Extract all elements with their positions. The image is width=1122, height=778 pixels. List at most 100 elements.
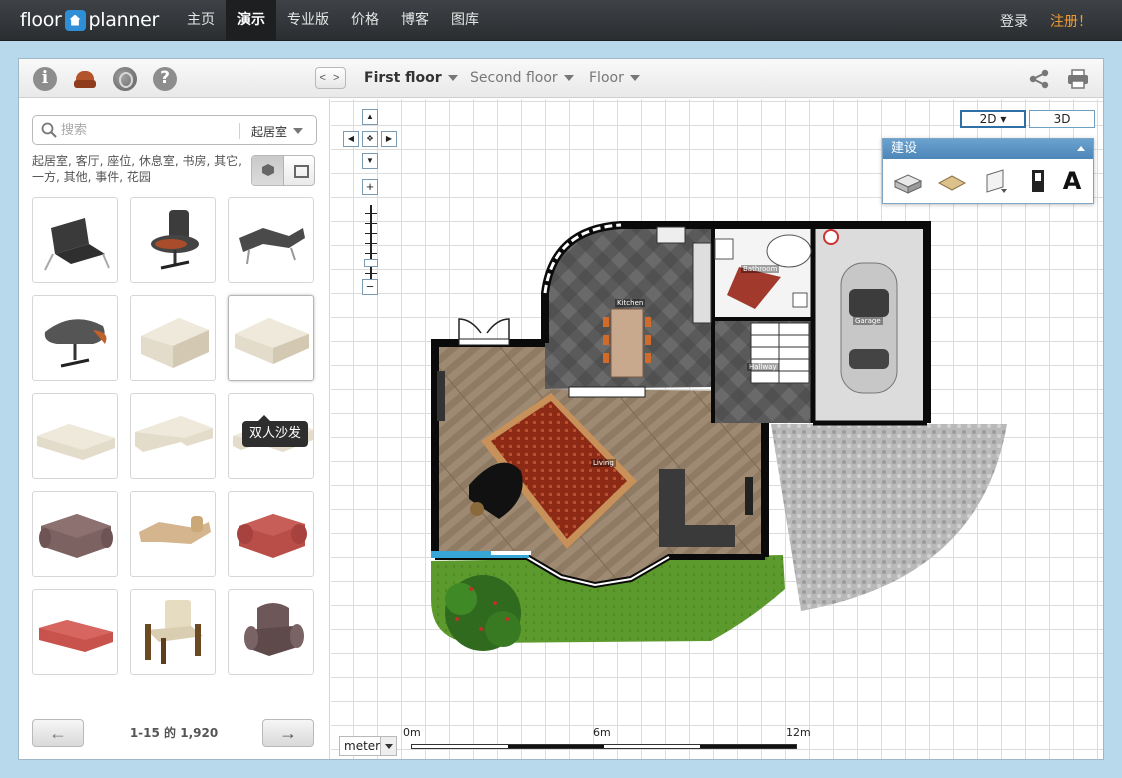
help-icon[interactable] (153, 67, 177, 91)
scale-label-0: 0m (403, 726, 421, 739)
floor-prev-next-button[interactable]: < > (315, 67, 346, 89)
page-count-label: 1-15 的 1,920 (129, 726, 219, 740)
zoom-slider-track[interactable] (370, 205, 372, 283)
build-panel-title: 建设 (891, 141, 918, 156)
scale-bar (411, 744, 797, 749)
furniture-item-barcelona-chair[interactable] (32, 197, 118, 283)
units-select[interactable]: meter (339, 736, 397, 756)
furniture-item-red-armchair[interactable] (228, 491, 314, 577)
zoom-tick (365, 243, 377, 244)
logo-text-left: floor (20, 9, 62, 31)
barcelona-chair-icon (44, 218, 110, 271)
chaise-lounge-icon (239, 228, 305, 265)
furniture-tooltip: 双人沙发 (242, 415, 309, 447)
floor-plan-canvas[interactable]: Kitchen Bathroom Garage Hallway Living ▲… (331, 99, 1103, 759)
cube-view-icon[interactable] (252, 156, 284, 185)
scale-label-6: 6m (593, 726, 611, 739)
view-3d-button[interactable]: 3D (1029, 110, 1095, 128)
tab-second-floor-label: Second floor (470, 70, 558, 86)
view-mode-switch: 2D ▾ 3D (960, 110, 1095, 128)
room-label-garage: Garage (853, 317, 883, 325)
pan-down-button[interactable]: ▼ (362, 153, 378, 169)
zoom-out-button[interactable]: − (362, 279, 378, 295)
furniture-item-eames-lounge-chair[interactable] (130, 197, 216, 283)
search-box: 起居室 (32, 115, 317, 145)
nav-item-pro[interactable]: 专业版 (276, 0, 340, 41)
editor-window: < > First floor Second floor Floor (18, 58, 1104, 760)
room-type-select[interactable]: 起居室 (239, 123, 304, 139)
tab-first-floor[interactable]: First floor (364, 70, 458, 86)
view-2d-button[interactable]: 2D ▾ (960, 110, 1026, 128)
next-page-button[interactable]: → (262, 719, 314, 747)
scale-label-12: 12m (786, 726, 811, 739)
globe-icon[interactable] (113, 67, 137, 91)
furniture-item-mauve-sofa[interactable] (32, 491, 118, 577)
furniture-item-egg-chair[interactable] (32, 295, 118, 381)
collapse-icon[interactable] (1077, 146, 1085, 151)
logo-house-icon (64, 9, 86, 31)
share-icon[interactable] (1028, 69, 1050, 89)
nav-item-gallery[interactable]: 图库 (440, 0, 490, 41)
search-input[interactable] (61, 120, 231, 141)
pan-center-button[interactable]: ✥ (362, 131, 378, 147)
mauve-armchair-icon (244, 603, 304, 656)
build-tools: A (883, 159, 1093, 203)
account-links: 登录 注册！ (1000, 0, 1092, 41)
pan-right-button[interactable]: ▶ (381, 131, 397, 147)
category-list[interactable]: 起居室, 客厅, 座位, 休息室, 书房, 其它, 一方, 其他, 事件, 花园 (32, 153, 242, 185)
furniture-item-chaise-lounge[interactable] (228, 197, 314, 283)
furniture-item-beige-corner-sofa[interactable] (130, 393, 216, 479)
floorplanner-logo[interactable]: floor planner (20, 8, 159, 32)
door-tool-icon[interactable] (1023, 167, 1053, 195)
catalog-view-toggle (251, 155, 315, 186)
chevron-down-icon (447, 75, 458, 81)
floor-surface-icon[interactable] (937, 167, 967, 195)
text-tool-glyph: A (1062, 167, 1082, 195)
furniture-item-tan-chaise[interactable] (130, 491, 216, 577)
zoom-tick (365, 253, 377, 254)
units-value: meter (344, 739, 381, 753)
beige-sofa-icon (37, 424, 115, 460)
chevron-down-icon (629, 75, 640, 81)
build-panel-header[interactable]: 建设 (883, 139, 1093, 159)
login-link[interactable]: 登录 (1000, 11, 1028, 31)
egg-chair-icon (44, 319, 107, 368)
nav-item-home[interactable]: 主页 (176, 0, 226, 41)
zoom-slider-handle[interactable] (364, 259, 378, 267)
wall-tool-icon[interactable] (981, 167, 1011, 195)
prev-page-button[interactable]: ← (32, 719, 84, 747)
info-icon[interactable] (33, 67, 57, 91)
room-type-value: 起居室 (251, 124, 288, 139)
wooden-armchair-icon (145, 600, 203, 664)
text-tool-icon[interactable]: A (1057, 167, 1087, 195)
furniture-icon[interactable] (73, 67, 97, 91)
nav-item-pricing[interactable]: 价格 (340, 0, 390, 41)
tab-second-floor[interactable]: Second floor (470, 70, 574, 86)
arrow-right-icon: → (279, 723, 297, 743)
square-view-icon[interactable] (284, 156, 314, 185)
furniture-item-wooden-armchair[interactable] (130, 589, 216, 675)
room-label-living: Living (591, 459, 616, 467)
print-icon[interactable] (1067, 69, 1089, 89)
room-tool-icon[interactable] (893, 167, 923, 195)
nav-item-demo[interactable]: 演示 (226, 0, 276, 41)
register-link[interactable]: 注册！ (1050, 11, 1092, 31)
build-panel: 建设 A (882, 138, 1094, 204)
arrow-left-icon: ← (49, 723, 67, 743)
furniture-catalog: 起居室 起居室, 客厅, 座位, 休息室, 书房, 其它, 一方, 其他, 事件… (19, 99, 330, 759)
furniture-item-mauve-armchair[interactable] (228, 589, 314, 675)
zoom-tick (365, 273, 377, 274)
zoom-in-button[interactable]: + (362, 179, 378, 195)
red-bench-sofa-icon (39, 620, 113, 652)
furniture-item-beige-loveseat[interactable] (228, 295, 314, 381)
eames-lounge-chair-icon (151, 210, 199, 270)
beige-corner-sofa-icon (135, 416, 213, 452)
tab-floor[interactable]: Floor (589, 70, 640, 86)
nav-item-blog[interactable]: 博客 (390, 0, 440, 41)
pan-up-button[interactable]: ▲ (362, 109, 378, 125)
logo-text-right: planner (88, 9, 160, 31)
pan-left-button[interactable]: ◀ (343, 131, 359, 147)
furniture-item-red-bench-sofa[interactable] (32, 589, 118, 675)
furniture-item-beige-sofa[interactable] (32, 393, 118, 479)
furniture-item-beige-armchair[interactable] (130, 295, 216, 381)
